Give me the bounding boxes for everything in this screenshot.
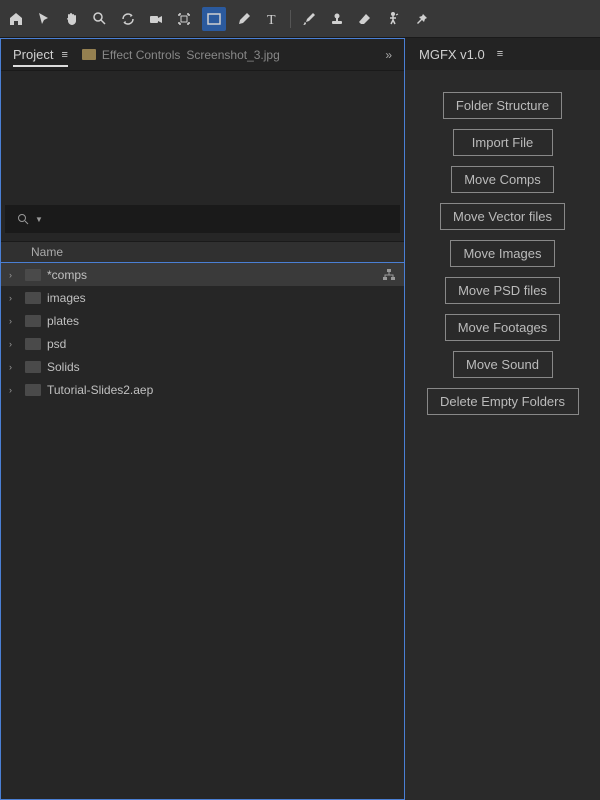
item-name: *comps xyxy=(47,268,87,282)
project-items-list: › *comps › images › plates › psd xyxy=(1,263,404,799)
chevron-right-icon[interactable]: » xyxy=(385,48,392,62)
tab-ec-file: Screenshot_3.jpg xyxy=(186,48,279,62)
item-name: psd xyxy=(47,337,66,351)
expand-icon[interactable]: › xyxy=(9,293,19,303)
home-icon[interactable] xyxy=(6,9,26,29)
folder-icon xyxy=(82,49,96,60)
pen-tool-icon[interactable] xyxy=(234,9,254,29)
main-toolbar: T xyxy=(0,0,600,38)
search-bar[interactable]: ▼ xyxy=(5,205,400,233)
region-tool-icon[interactable] xyxy=(174,9,194,29)
selection-tool-icon[interactable] xyxy=(34,9,54,29)
mgfx-panel: MGFX v1.0 ≡ Folder Structure Import File… xyxy=(405,38,600,800)
expand-icon[interactable]: › xyxy=(9,270,19,280)
brush-tool-icon[interactable] xyxy=(299,9,319,29)
item-name: Tutorial-Slides2.aep xyxy=(47,383,153,397)
list-item[interactable]: › psd xyxy=(1,332,404,355)
panel-tabs: Project ≡ Effect Controls Screenshot_3.j… xyxy=(1,39,404,71)
svg-text:T: T xyxy=(267,13,276,27)
mgfx-header: MGFX v1.0 ≡ xyxy=(405,38,600,70)
expand-icon[interactable]: › xyxy=(9,339,19,349)
puppet-tool-icon[interactable] xyxy=(383,9,403,29)
hamburger-icon[interactable]: ≡ xyxy=(61,49,67,61)
tab-effect-controls[interactable]: Effect Controls Screenshot_3.jpg xyxy=(82,48,371,62)
stamp-tool-icon[interactable] xyxy=(327,9,347,29)
pin-tool-icon[interactable] xyxy=(411,9,431,29)
camera-tool-icon[interactable] xyxy=(146,9,166,29)
move-sound-button[interactable]: Move Sound xyxy=(453,351,553,378)
toolbar-separator xyxy=(290,10,291,28)
column-header[interactable]: Name xyxy=(1,241,404,263)
move-vector-button[interactable]: Move Vector files xyxy=(440,203,565,230)
mgfx-button-list: Folder Structure Import File Move Comps … xyxy=(405,70,600,437)
delete-empty-folders-button[interactable]: Delete Empty Folders xyxy=(427,388,579,415)
folder-icon xyxy=(25,338,41,350)
list-item[interactable]: › Tutorial-Slides2.aep xyxy=(1,378,404,401)
eraser-tool-icon[interactable] xyxy=(355,9,375,29)
tab-project-label: Project xyxy=(13,47,53,62)
hand-tool-icon[interactable] xyxy=(62,9,82,29)
move-psd-button[interactable]: Move PSD files xyxy=(445,277,560,304)
orbit-tool-icon[interactable] xyxy=(118,9,138,29)
column-name-label: Name xyxy=(31,245,63,259)
zoom-tool-icon[interactable] xyxy=(90,9,110,29)
expand-icon[interactable]: › xyxy=(9,316,19,326)
folder-icon xyxy=(25,269,41,281)
list-item[interactable]: › Solids xyxy=(1,355,404,378)
main-area: Project ≡ Effect Controls Screenshot_3.j… xyxy=(0,38,600,800)
search-icon xyxy=(17,213,29,225)
tab-project[interactable]: Project ≡ xyxy=(13,47,68,67)
folder-icon xyxy=(25,361,41,373)
mgfx-title: MGFX v1.0 xyxy=(419,47,485,62)
hamburger-icon[interactable]: ≡ xyxy=(497,48,503,60)
search-input[interactable] xyxy=(49,212,388,227)
move-comps-button[interactable]: Move Comps xyxy=(451,166,554,193)
search-dropdown-icon[interactable]: ▼ xyxy=(35,215,43,224)
folder-icon xyxy=(25,315,41,327)
item-name: Solids xyxy=(47,360,80,374)
import-file-button[interactable]: Import File xyxy=(453,129,553,156)
folder-icon xyxy=(25,292,41,304)
item-name: images xyxy=(47,291,86,305)
item-name: plates xyxy=(47,314,79,328)
text-tool-icon[interactable]: T xyxy=(262,9,282,29)
expand-icon[interactable]: › xyxy=(9,385,19,395)
tab-ec-label: Effect Controls xyxy=(102,48,180,62)
folder-structure-button[interactable]: Folder Structure xyxy=(443,92,562,119)
list-item[interactable]: › *comps xyxy=(1,263,404,286)
list-item[interactable]: › plates xyxy=(1,309,404,332)
move-images-button[interactable]: Move Images xyxy=(450,240,554,267)
move-footages-button[interactable]: Move Footages xyxy=(445,314,561,341)
rectangle-tool-icon[interactable] xyxy=(202,7,226,31)
project-panel: Project ≡ Effect Controls Screenshot_3.j… xyxy=(0,38,405,800)
expand-icon[interactable]: › xyxy=(9,362,19,372)
list-item[interactable]: › images xyxy=(1,286,404,309)
folder-icon xyxy=(25,384,41,396)
preview-area xyxy=(1,71,404,205)
flowchart-icon[interactable] xyxy=(382,268,396,282)
